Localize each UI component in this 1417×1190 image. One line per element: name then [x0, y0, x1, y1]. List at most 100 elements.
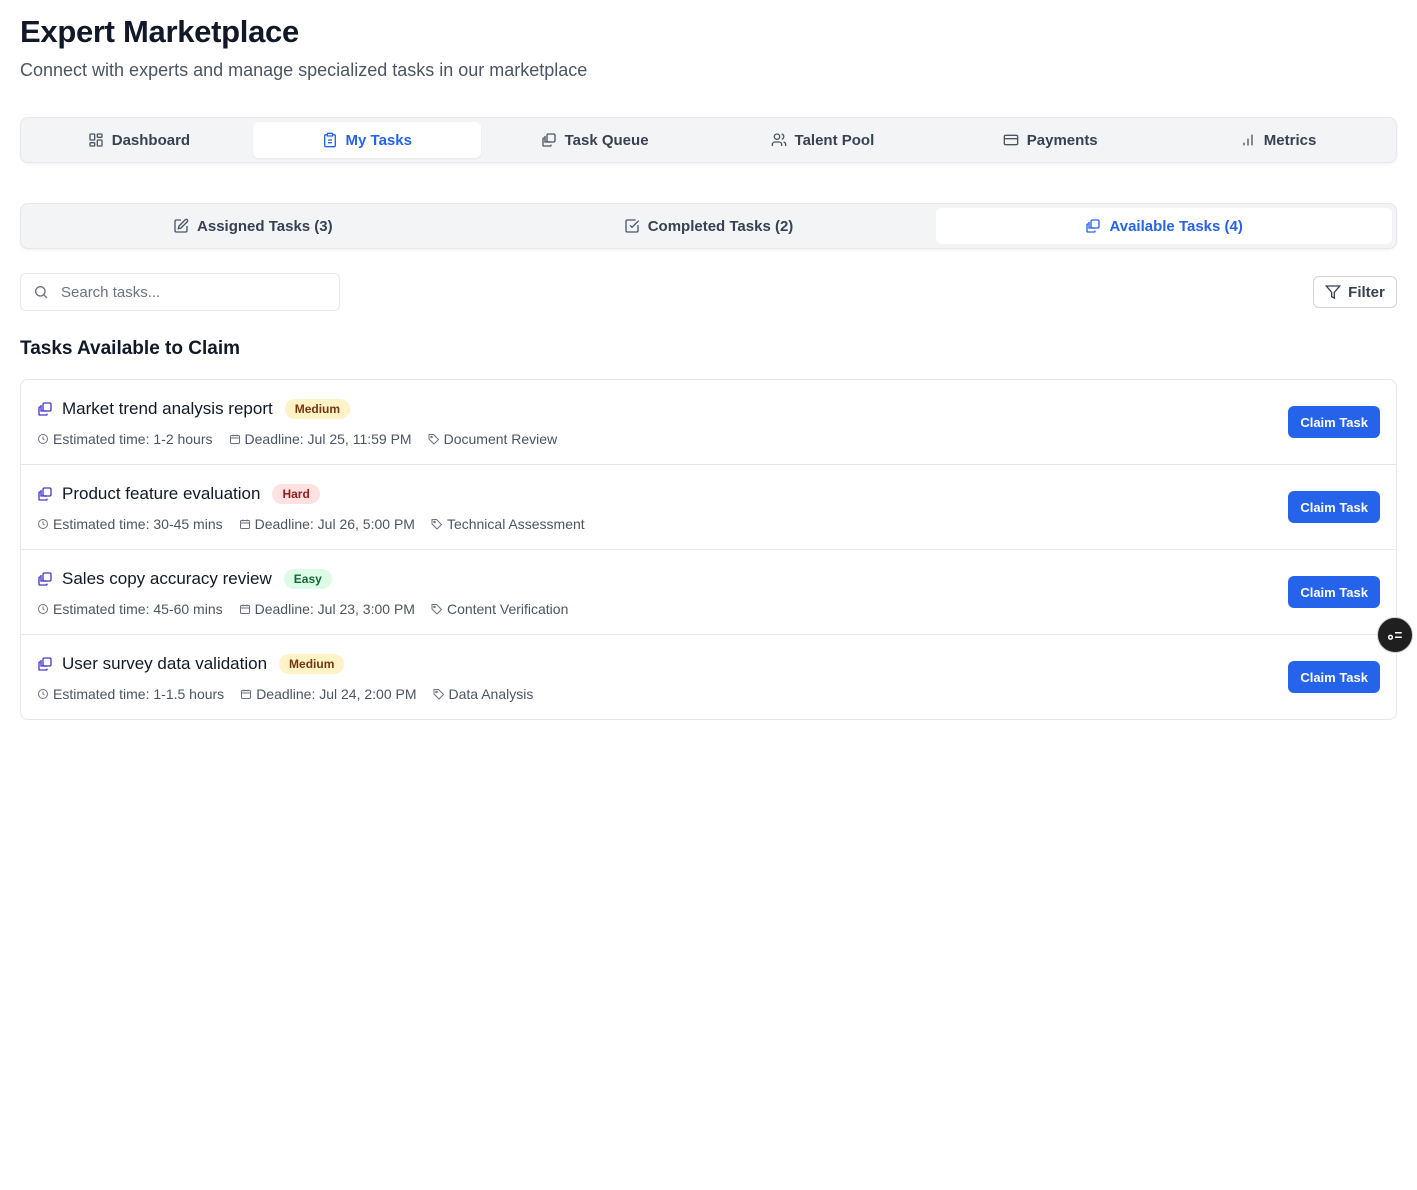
- settings-list-icon: [1387, 632, 1402, 640]
- category-text: Data Analysis: [448, 686, 534, 702]
- category: Document Review: [428, 431, 558, 447]
- deadline-text: Deadline: Jul 24, 2:00 PM: [256, 686, 417, 702]
- calendar-icon: [229, 434, 240, 444]
- estimated-time-text: Estimated time: 45-60 mins: [53, 601, 223, 617]
- search-box: [20, 273, 340, 311]
- deadline: Deadline: Jul 24, 2:00 PM: [240, 686, 417, 702]
- deadline-text: Deadline: Jul 25, 11:59 PM: [244, 431, 412, 447]
- copy-icon: [38, 657, 52, 671]
- task-row: Sales copy accuracy review Easy Estimate…: [21, 550, 1396, 635]
- difficulty-badge: Medium: [279, 654, 345, 674]
- search-input[interactable]: [61, 283, 321, 301]
- credit-card-icon: [1003, 134, 1019, 146]
- tab-available-tasks[interactable]: Available Tasks (4): [936, 208, 1393, 244]
- tab-assigned-tasks[interactable]: Assigned Tasks (3): [25, 208, 481, 244]
- filter-label: Filter: [1348, 283, 1385, 301]
- page-title: Expert Marketplace: [20, 14, 299, 49]
- task-title: Market trend analysis report: [62, 399, 273, 418]
- clock-icon: [38, 519, 48, 529]
- clock-icon: [38, 434, 48, 444]
- tab-label: Dashboard: [111, 131, 191, 149]
- task-list: Market trend analysis report Medium Esti…: [20, 379, 1397, 720]
- tab-label: Completed Tasks (2): [647, 217, 794, 235]
- estimated-time-text: Estimated time: 30-45 mins: [53, 516, 223, 532]
- tab-payments[interactable]: Payments: [936, 122, 1164, 158]
- task-row: Product feature evaluation Hard Estimate…: [21, 465, 1396, 550]
- estimated-time: Estimated time: 1-1.5 hours: [37, 686, 224, 702]
- page-subtitle: Connect with experts and manage speciali…: [20, 60, 588, 80]
- users-icon: [771, 133, 786, 146]
- tab-dashboard[interactable]: Dashboard: [25, 122, 253, 158]
- floating-toggle-button[interactable]: [1377, 617, 1413, 653]
- estimated-time-text: Estimated time: 1-2 hours: [53, 431, 213, 447]
- category-text: Technical Assessment: [446, 516, 585, 532]
- task-meta: Estimated time: 1-1.5 hours Deadline: Ju…: [37, 686, 549, 702]
- category: Technical Assessment: [431, 516, 585, 532]
- tab-talent-pool[interactable]: Talent Pool: [708, 122, 936, 158]
- tab-my-tasks[interactable]: My Tasks: [252, 122, 481, 158]
- tag-icon: [428, 434, 439, 445]
- task-row: Market trend analysis report Medium Esti…: [21, 380, 1396, 465]
- claim-task-button[interactable]: Claim Task: [1288, 661, 1380, 693]
- category: Data Analysis: [433, 686, 534, 702]
- estimated-time-text: Estimated time: 1-1.5 hours: [53, 686, 225, 702]
- deadline: Deadline: Jul 26, 5:00 PM: [239, 516, 415, 532]
- task-header: User survey data validation Medium: [37, 654, 345, 674]
- deadline-text: Deadline: Jul 23, 3:00 PM: [254, 601, 415, 617]
- copy-icon: [1086, 219, 1101, 233]
- tag-icon: [431, 604, 443, 615]
- tab-label: Task Queue: [564, 131, 649, 149]
- task-title: Sales copy accuracy review: [62, 569, 272, 588]
- claim-task-button[interactable]: Claim Task: [1288, 406, 1380, 438]
- task-header: Product feature evaluation Hard: [37, 484, 320, 504]
- tag-icon: [433, 689, 444, 700]
- task-header: Market trend analysis report Medium: [37, 399, 351, 419]
- grid-icon: [89, 133, 103, 147]
- calendar-icon: [239, 604, 250, 614]
- estimated-time: Estimated time: 1-2 hours: [37, 431, 213, 447]
- filter-button[interactable]: Filter: [1313, 276, 1397, 308]
- tab-completed-tasks[interactable]: Completed Tasks (2): [481, 208, 937, 244]
- clipboard-icon: [323, 132, 336, 148]
- sub-tabs: Assigned Tasks (3) Completed Tasks (2) A…: [20, 203, 1397, 249]
- tab-label: Metrics: [1263, 131, 1317, 149]
- search-icon: [35, 286, 48, 299]
- tab-label: My Tasks: [345, 131, 412, 149]
- copy-icon: [38, 402, 52, 416]
- task-title: Product feature evaluation: [62, 484, 261, 503]
- category-text: Content Verification: [446, 601, 569, 617]
- claim-task-button[interactable]: Claim Task: [1288, 491, 1380, 523]
- task-meta: Estimated time: 30-45 mins Deadline: Jul…: [37, 516, 601, 532]
- category-text: Document Review: [443, 431, 558, 447]
- category: Content Verification: [431, 601, 568, 617]
- task-meta: Estimated time: 45-60 mins Deadline: Jul…: [37, 601, 584, 617]
- deadline: Deadline: Jul 23, 3:00 PM: [239, 601, 415, 617]
- tab-label: Available Tasks (4): [1109, 217, 1243, 235]
- calendar-icon: [239, 519, 250, 529]
- calendar-icon: [241, 689, 252, 699]
- task-row: User survey data validation Medium Estim…: [21, 635, 1396, 719]
- edit-icon: [174, 218, 189, 233]
- bar-chart-icon: [1243, 134, 1253, 146]
- copy-icon: [38, 572, 52, 586]
- task-header: Sales copy accuracy review Easy: [37, 569, 332, 589]
- section-title: Tasks Available to Claim: [20, 338, 240, 359]
- difficulty-badge: Hard: [272, 484, 320, 504]
- tag-icon: [431, 519, 443, 530]
- difficulty-badge: Medium: [284, 399, 351, 419]
- tab-task-queue[interactable]: Task Queue: [481, 122, 709, 158]
- copy-icon: [38, 487, 52, 501]
- task-title: User survey data validation: [62, 654, 268, 673]
- tab-metrics[interactable]: Metrics: [1164, 122, 1392, 158]
- estimated-time: Estimated time: 30-45 mins: [37, 516, 223, 532]
- claim-task-button[interactable]: Claim Task: [1288, 576, 1380, 608]
- difficulty-badge: Easy: [283, 569, 332, 589]
- deadline-text: Deadline: Jul 26, 5:00 PM: [254, 516, 415, 532]
- task-meta: Estimated time: 1-2 hours Deadline: Jul …: [37, 431, 573, 447]
- tab-label: Assigned Tasks (3): [197, 217, 333, 235]
- deadline: Deadline: Jul 25, 11:59 PM: [229, 431, 412, 447]
- estimated-time: Estimated time: 45-60 mins: [37, 601, 223, 617]
- tab-label: Payments: [1026, 131, 1098, 149]
- main-tabs: Dashboard My Tasks Task Queue Talent Poo…: [20, 117, 1397, 163]
- clock-icon: [38, 604, 48, 614]
